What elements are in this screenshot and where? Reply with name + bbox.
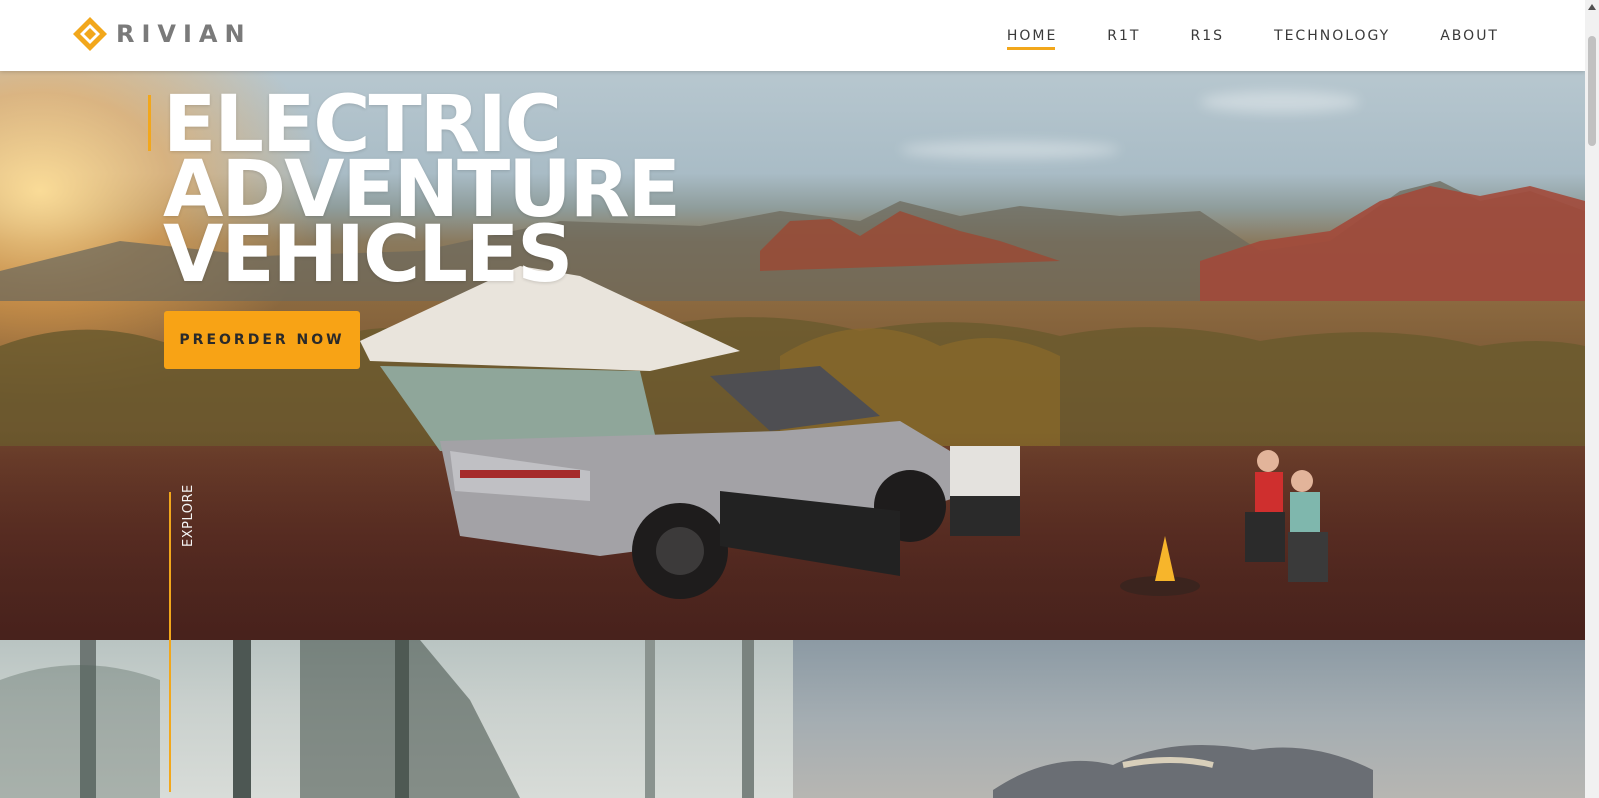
nav-item-r1t[interactable]: R1T — [1107, 22, 1140, 50]
site-header: RIVIAN HOME R1T R1S TECHNOLOGY ABOUT — [0, 0, 1585, 71]
title-accent-bar — [148, 95, 151, 151]
r1t-truck-with-tent — [360, 266, 1020, 599]
sky-cloud — [900, 141, 1120, 159]
rivian-compass-logo-icon — [73, 17, 107, 51]
hero-section: ELECTRIC ADVENTURE VEHICLES PREORDER NOW — [0, 71, 1585, 640]
nav-item-about[interactable]: ABOUT — [1440, 22, 1499, 50]
main-nav: HOME R1T R1S TECHNOLOGY ABOUT — [957, 0, 1499, 71]
sky-cloud — [1200, 91, 1360, 113]
campers-by-fire — [1120, 450, 1328, 596]
forest-image — [0, 640, 754, 798]
explore-link[interactable]: EXPLORE — [181, 484, 196, 547]
nav-item-r1s[interactable]: R1S — [1190, 22, 1224, 50]
forest-panel[interactable] — [0, 640, 793, 798]
page-scrollbar[interactable] — [1585, 0, 1599, 798]
preorder-button[interactable]: PREORDER NOW — [164, 311, 360, 369]
hero-title: ELECTRIC ADVENTURE VEHICLES — [163, 86, 681, 294]
brand-wordmark: RIVIAN — [116, 20, 252, 48]
nav-item-technology[interactable]: TECHNOLOGY — [1274, 22, 1390, 50]
mountain-sky-image — [993, 745, 1373, 798]
rivian-logo-link[interactable]: RIVIAN — [72, 16, 252, 52]
scroll-up-arrow-icon[interactable] — [1585, 0, 1599, 14]
nav-item-home[interactable]: HOME — [1006, 22, 1057, 50]
scroll-thumb[interactable] — [1588, 36, 1596, 146]
mountain-sky-panel[interactable] — [793, 640, 1585, 798]
explore-line — [169, 492, 171, 792]
